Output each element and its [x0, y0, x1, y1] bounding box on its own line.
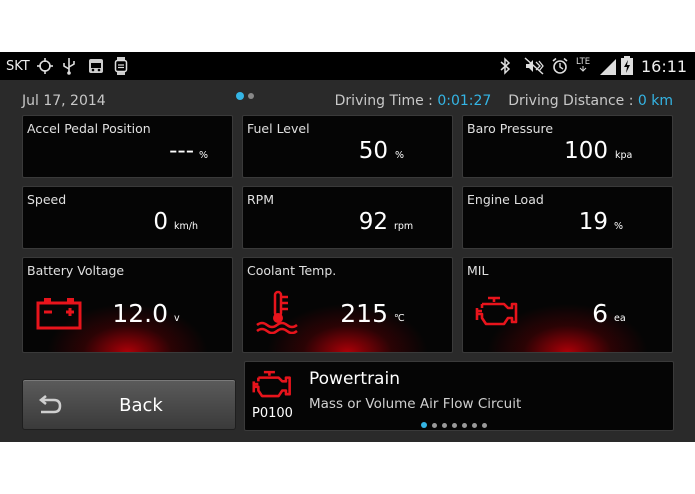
mil-title: MIL [467, 263, 489, 278]
coolant-temp-value: 215 [340, 299, 388, 328]
dtc-pager-dot [432, 422, 437, 428]
page-indicator [236, 92, 254, 100]
battery-icon [36, 296, 82, 334]
page-dot-active [236, 92, 244, 100]
mil-unit: ea [614, 313, 626, 324]
coolant-temp-card[interactable]: Coolant Temp. 215 ℃ [242, 257, 453, 353]
status-bar: SKT LTE 16:11 [0, 52, 695, 80]
dtc-code: P0100 [252, 406, 293, 421]
check-engine-icon [251, 370, 297, 404]
speed-unit: km/h [174, 221, 198, 232]
driving-distance-value: 0 km [637, 93, 673, 109]
battery-voltage-unit: v [174, 313, 180, 324]
battery-charging-icon [620, 52, 634, 80]
mil-value: 6 [592, 299, 608, 328]
driving-summary: Driving Time : 0:01:27 Driving Distance … [335, 93, 673, 109]
dtc-pager-dot [482, 422, 487, 428]
accel-pedal-title: Accel Pedal Position [27, 121, 151, 136]
coolant-temp-unit: ℃ [394, 313, 405, 324]
driving-distance-label: Driving Distance : [508, 93, 638, 109]
rpm-title: RPM [247, 192, 275, 207]
baro-pressure-unit: kpa [615, 150, 633, 161]
dtc-pager [421, 422, 487, 428]
engine-load-value: 19 [578, 209, 608, 235]
mute-icon [524, 52, 544, 80]
page-dot [248, 93, 254, 99]
driving-time-label: Driving Time : [334, 93, 438, 109]
dtc-pager-dot [442, 422, 447, 428]
usb-icon [62, 52, 76, 80]
speed-card[interactable]: Speed 0 km/h [22, 186, 233, 249]
rpm-unit: rpm [394, 221, 414, 232]
dtc-panel[interactable]: P0100 Powertrain Mass or Volume Air Flow… [244, 361, 674, 431]
baro-pressure-title: Baro Pressure [467, 121, 554, 136]
dtc-category: Powertrain [309, 369, 400, 389]
watch-icon [114, 52, 128, 80]
dashboard-screen: Jul 17, 2014 Driving Time : 0:01:27 Driv… [0, 80, 695, 442]
coolant-temp-title: Coolant Temp. [247, 263, 337, 278]
fuel-level-card[interactable]: Fuel Level 50 % [242, 115, 453, 178]
signal-icon: LTE [576, 52, 618, 80]
accel-pedal-unit: % [199, 150, 209, 161]
fuel-level-value: 50 [358, 138, 388, 164]
baro-pressure-card[interactable]: Baro Pressure 100 kpa [462, 115, 673, 178]
carrier-name: SKT [6, 58, 30, 74]
driving-time-value: 0:01:27 [437, 93, 492, 109]
accel-pedal-value: --- [169, 138, 194, 164]
alarm-icon [551, 52, 569, 80]
check-engine-icon [474, 296, 524, 332]
back-button-label: Back [119, 395, 163, 416]
fuel-level-unit: % [395, 150, 405, 161]
clock: 16:11 [641, 56, 688, 76]
speed-value: 0 [153, 209, 168, 235]
engine-load-card[interactable]: Engine Load 19 % [462, 186, 673, 249]
battery-voltage-card[interactable]: Battery Voltage 12.0 v [22, 257, 233, 353]
gps-icon [36, 52, 54, 80]
speed-title: Speed [27, 192, 67, 207]
accel-pedal-card[interactable]: Accel Pedal Position --- % [22, 115, 233, 178]
battery-voltage-value: 12.0 [112, 299, 168, 328]
network-type-label: LTE [576, 57, 590, 67]
dtc-pager-dot [452, 422, 457, 428]
bluetooth-icon [498, 52, 512, 80]
engine-load-title: Engine Load [467, 192, 544, 207]
engine-load-unit: % [614, 221, 624, 232]
coolant-temp-icon [255, 290, 301, 338]
dtc-pager-dot [462, 422, 467, 428]
battery-voltage-title: Battery Voltage [27, 263, 125, 278]
fuel-level-title: Fuel Level [247, 121, 310, 136]
dtc-pager-dot [472, 422, 477, 428]
baro-pressure-value: 100 [564, 138, 608, 164]
car-icon [88, 52, 104, 80]
date-label: Jul 17, 2014 [22, 93, 106, 109]
rpm-card[interactable]: RPM 92 rpm [242, 186, 453, 249]
back-button[interactable]: Back [22, 379, 236, 430]
rpm-value: 92 [358, 209, 388, 235]
dtc-pager-dot-active [421, 422, 427, 428]
dtc-description: Mass or Volume Air Flow Circuit [309, 396, 522, 412]
mil-card[interactable]: MIL 6 ea [462, 257, 673, 353]
